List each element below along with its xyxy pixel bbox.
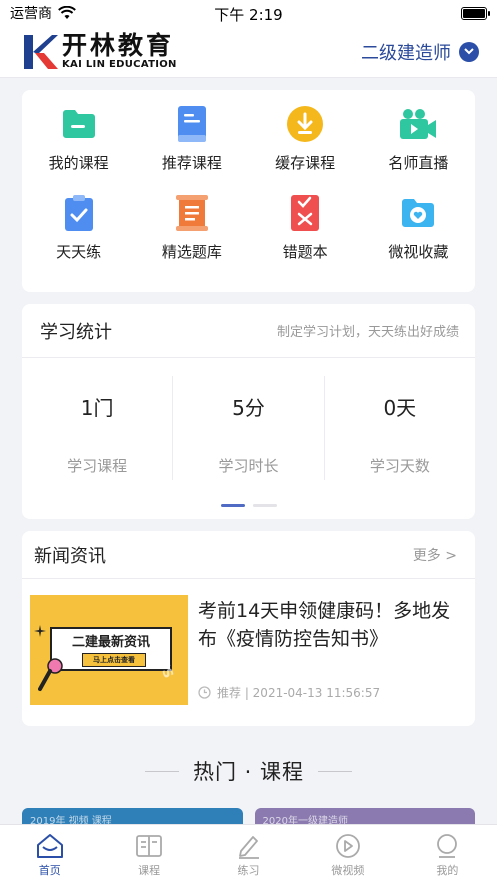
quick-item-wrong-questions[interactable]: 错题本 [249,193,362,262]
scroll-icon [172,193,212,233]
tab-micro-video[interactable]: 微视频 [298,825,397,883]
video-camera-icon [398,104,438,144]
stat-days: 0天 学习天数 [325,376,475,480]
open-book-icon [136,835,163,857]
logo-title: 开林教育 [62,31,175,60]
page-dot[interactable] [252,504,277,507]
study-stats-card: 学习统计 制定学习计划，天天练出好成绩 1门 学习课程 5分 学习时长 0天 学… [22,304,475,519]
stat-label: 学习天数 [369,457,430,475]
stat-label: 学习课程 [67,457,128,475]
news-item[interactable]: 二建最新资讯 马上点击查看 NEWS 考前14天申领健康码！多地发布《疫情防控告… [22,579,475,705]
tab-mine[interactable]: 我的 [398,825,497,883]
hot-courses-title: 热门 · 课程 [192,760,305,784]
quick-item-live-teachers[interactable]: 名师直播 [362,104,475,173]
folder-icon [59,104,99,144]
study-stats-body: 1门 学习课程 5分 学习时长 0天 学习天数 [22,376,475,480]
status-bar: 运营商 下午 2:19 [0,0,497,26]
exam-type-label: 二级建造师 [361,42,451,64]
quick-item-label: 名师直播 [388,154,449,172]
exam-type-selector[interactable]: 二级建造师 [361,39,479,65]
quick-item-cached-courses[interactable]: 缓存课程 [249,104,362,173]
carrier-label: 运营商 [10,6,52,22]
clock-icon [198,686,211,699]
stat-label: 学习时长 [218,457,279,475]
thumbnail-button: 马上点击查看 [82,653,146,667]
study-stats-title: 学习统计 [40,321,112,343]
tab-label: 课程 [138,864,161,877]
pencil-icon [238,836,259,859]
logo-subtitle: KAI LIN EDUCATION [62,59,177,70]
status-left: 运营商 [10,3,76,23]
news-meta-text: 推荐 | 2021-04-13 11:56:57 [217,686,381,700]
stat-courses: 1门 学习课程 [22,376,174,480]
divider [144,770,179,772]
stat-duration: 5分 学习时长 [173,376,325,480]
home-icon [36,834,63,858]
wifi-icon [58,6,76,19]
news-thumbnail: 二建最新资讯 马上点击查看 NEWS [30,595,188,705]
quick-item-label: 天天练 [56,243,102,261]
heart-folder-icon [398,193,438,233]
stat-value: 1门 [80,396,114,420]
quick-item-my-courses[interactable]: 我的课程 [22,104,135,173]
quick-item-label: 缓存课程 [275,154,336,172]
tab-label: 微视频 [331,864,365,877]
quick-item-label: 推荐课程 [161,154,222,172]
quick-item-question-bank[interactable]: 精选题库 [135,193,248,262]
quick-menu-grid: 我的课程 推荐课程 缓存课程 名师直播 天天练 精选题库 错题本 微视收藏 [22,104,475,262]
sparkle-icon [34,625,46,637]
page-indicator [22,504,475,507]
book-icon [172,104,212,144]
app-header: 开林教育 KAI LIN EDUCATION 二级建造师 [0,26,497,78]
tab-courses[interactable]: 课程 [99,825,198,883]
battery-icon [461,6,490,20]
quick-item-daily-practice[interactable]: 天天练 [22,193,135,262]
study-stats-subtitle: 制定学习计划，天天练出好成绩 [276,325,459,340]
news-card: 新闻资讯 更多 > 二建最新资讯 马上点击查看 NEWS 考前14天申领健康码！… [22,531,475,726]
news-text: 考前14天申领健康码！多地发布《疫情防控告知书》 推荐 | 2021-04-13… [198,595,465,705]
download-icon [285,104,325,144]
quick-item-recommended-courses[interactable]: 推荐课程 [135,104,248,173]
tab-label: 首页 [38,864,61,877]
logo: 开林教育 KAI LIN EDUCATION [22,33,177,71]
quick-item-label: 精选题库 [161,243,222,261]
quick-item-label: 错题本 [282,243,328,261]
quick-item-video-favorites[interactable]: 微视收藏 [362,193,475,262]
clipboard-check-icon [59,193,99,233]
wrong-notebook-icon [285,193,325,233]
tab-label: 我的 [436,864,459,877]
news-header: 新闻资讯 更多 > [22,531,475,579]
stat-value: 0天 [383,396,417,420]
divider [318,770,353,772]
user-icon [437,834,458,858]
chevron-down-icon [459,41,479,62]
logo-text: 开林教育 KAI LIN EDUCATION [62,31,177,71]
quick-menu-card: 我的课程 推荐课程 缓存课程 名师直播 天天练 精选题库 错题本 微视收藏 [22,90,475,292]
page-dot-active[interactable] [220,504,245,507]
hot-courses-header: 热门 · 课程 [0,756,497,786]
stat-value: 5分 [232,396,265,420]
news-more-link[interactable]: 更多 > [413,545,457,565]
play-circle-icon [336,834,360,858]
news-title: 新闻资讯 [34,545,106,567]
quick-item-label: 微视收藏 [388,243,449,261]
bottom-tab-bar: 首页 课程 练习 微视频 我的 [0,824,497,883]
news-headline: 考前14天申领健康码！多地发布《疫情防控告知书》 [198,600,451,650]
news-meta: 推荐 | 2021-04-13 11:56:57 [198,684,465,701]
tab-home[interactable]: 首页 [0,825,99,883]
tab-practice[interactable]: 练习 [199,825,298,883]
quick-item-label: 我的课程 [48,154,109,172]
tab-label: 练习 [237,864,260,877]
study-stats-header: 学习统计 制定学习计划，天天练出好成绩 [22,304,475,358]
microphone-icon [38,658,63,691]
logo-k-mark [24,34,58,69]
